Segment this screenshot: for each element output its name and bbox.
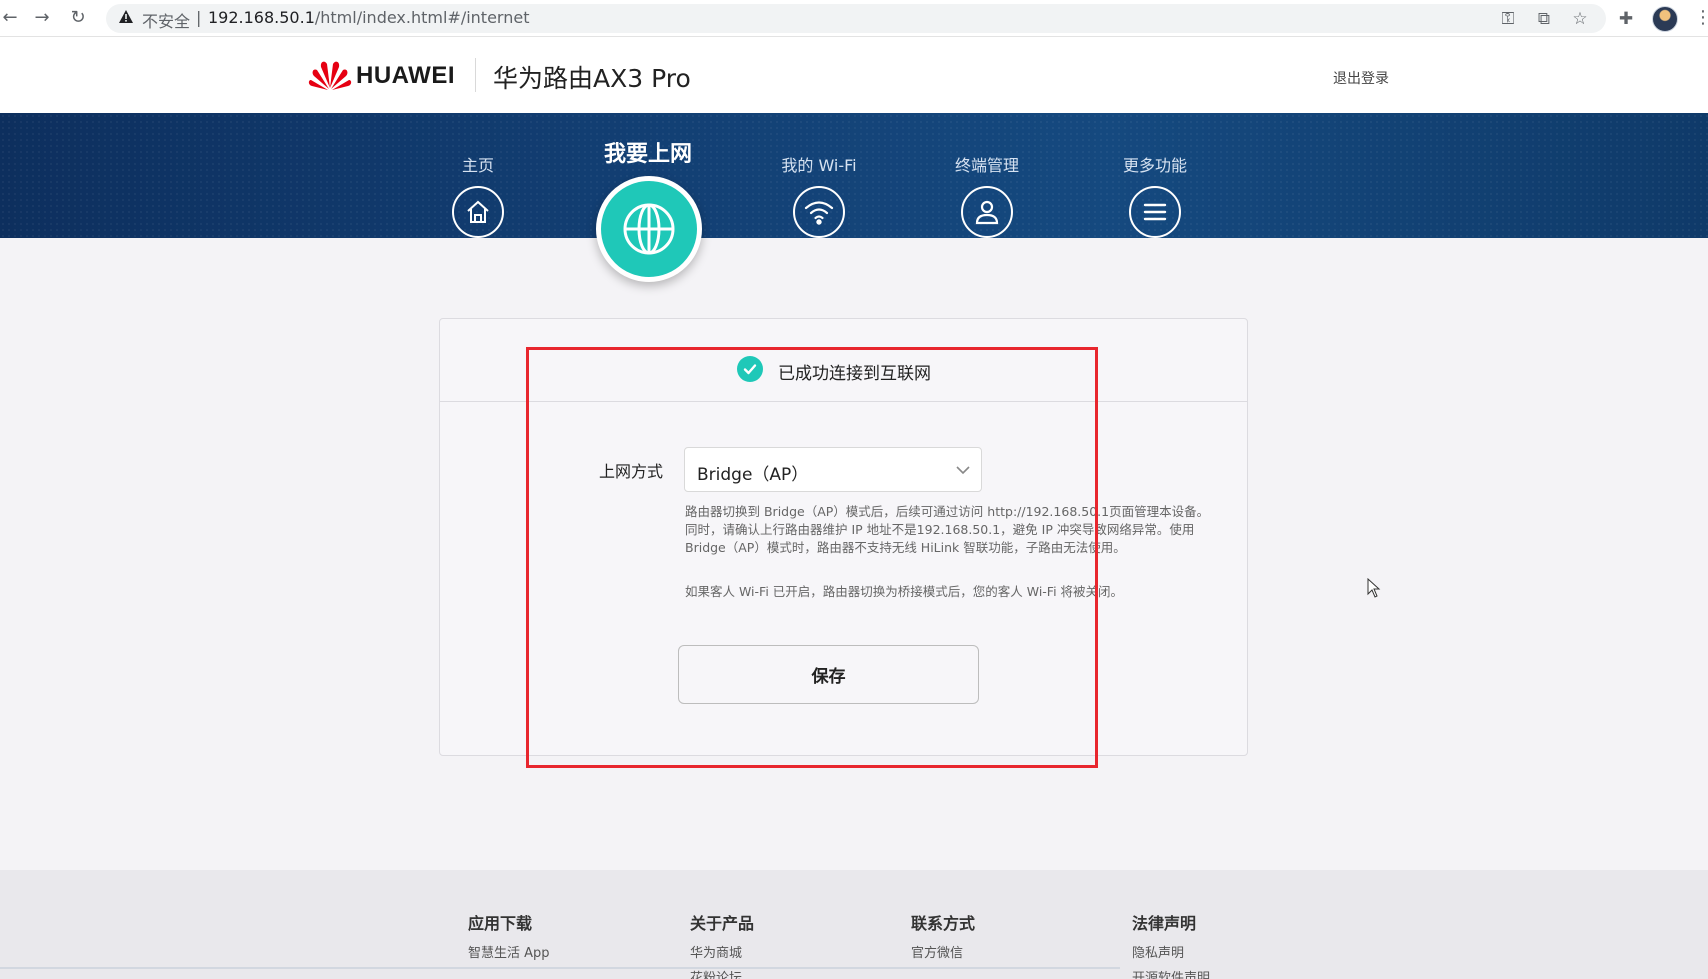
mouse-cursor-icon	[1367, 578, 1381, 598]
footer-col-contact: 联系方式 官方微信	[911, 910, 975, 967]
connection-mode-value: Bridge（AP）	[697, 465, 809, 485]
translate-icon[interactable]: ⧉	[1534, 9, 1554, 29]
url-path: /html/index.html#/internet	[314, 8, 530, 27]
footer	[0, 870, 1708, 979]
profile-avatar[interactable]	[1652, 6, 1678, 32]
nav-label-devices: 终端管理	[954, 156, 1019, 175]
nav-label-wifi: 我的 Wi-Fi	[781, 156, 857, 175]
brand-wordmark: HUAWEI	[356, 62, 455, 89]
product-name: 华为路由AX3 Pro	[493, 64, 691, 93]
reload-icon[interactable]: ↻	[68, 8, 88, 28]
card-divider	[439, 401, 1248, 402]
nav-item-devices[interactable]: 终端管理	[947, 152, 1027, 238]
save-button[interactable]: 保存	[678, 645, 979, 704]
nav-item-home[interactable]: 主页	[438, 152, 518, 238]
home-icon	[452, 186, 504, 238]
chevron-down-icon	[956, 466, 970, 475]
guest-wifi-help: 如果客人 Wi-Fi 已开启，路由器切换为桥接模式后，您的客人 Wi-Fi 将被…	[685, 584, 1124, 599]
extensions-icon[interactable]: ✚	[1616, 9, 1636, 29]
connection-status: 已成功连接到互联网	[778, 364, 931, 384]
logout-link[interactable]: 退出登录	[1333, 68, 1389, 88]
footer-col-download: 应用下载 智慧生活 App	[468, 910, 550, 967]
huawei-logo-icon	[308, 61, 352, 90]
footer-link-opensource[interactable]: 开源软件声明	[1132, 967, 1210, 979]
footer-link-app[interactable]: 智慧生活 App	[468, 942, 550, 961]
kebab-menu-icon[interactable]: ⋮	[1694, 7, 1708, 28]
nav-label-internet: 我要上网	[603, 142, 692, 167]
browser-toolbar: ← → ↻ 不安全 | 192.168.50.1/html/index.html…	[0, 0, 1708, 37]
menu-icon	[1129, 186, 1181, 238]
connection-mode-label: 上网方式	[599, 462, 664, 481]
bridge-mode-help: 路由器切换到 Bridge（AP）模式后，后续可通过访问 http://192.…	[685, 504, 1210, 555]
user-icon	[961, 186, 1013, 238]
security-label[interactable]: 不安全	[142, 8, 190, 32]
url-host: 192.168.50.1	[208, 8, 315, 27]
footer-col-legal: 法律声明 隐私声明 开源软件声明	[1132, 910, 1210, 979]
globe-icon	[623, 203, 675, 255]
footer-link-wechat[interactable]: 官方微信	[911, 942, 975, 961]
footer-link-privacy[interactable]: 隐私声明	[1132, 942, 1210, 961]
footer-title-contact: 联系方式	[911, 914, 976, 933]
check-circle-icon	[737, 356, 763, 382]
warning-triangle-icon[interactable]	[118, 9, 134, 25]
footer-link-store[interactable]: 华为商城	[690, 942, 754, 961]
url-text[interactable]: 192.168.50.1/html/index.html#/internet	[208, 8, 529, 27]
nav-item-wifi[interactable]: 我的 Wi-Fi	[774, 152, 864, 238]
nav-label-more: 更多功能	[1122, 156, 1187, 175]
footer-progress-line	[0, 967, 1120, 969]
key-icon[interactable]: ⚿	[1498, 9, 1518, 29]
nav-label-home: 主页	[461, 156, 494, 175]
footer-title-product: 关于产品	[690, 914, 755, 933]
app-header	[0, 37, 1708, 113]
wifi-icon	[793, 186, 845, 238]
header-divider	[475, 58, 476, 92]
forward-arrow-icon[interactable]: →	[32, 8, 52, 28]
connection-mode-select[interactable]: Bridge（AP）	[684, 447, 982, 492]
url-separator: |	[196, 8, 202, 27]
footer-title-download: 应用下载	[468, 914, 533, 933]
footer-title-legal: 法律声明	[1132, 914, 1197, 933]
back-arrow-icon[interactable]: ←	[0, 8, 20, 28]
nav-item-internet[interactable]	[596, 176, 702, 282]
nav-item-more[interactable]: 更多功能	[1115, 152, 1195, 238]
star-icon[interactable]: ☆	[1570, 9, 1590, 29]
